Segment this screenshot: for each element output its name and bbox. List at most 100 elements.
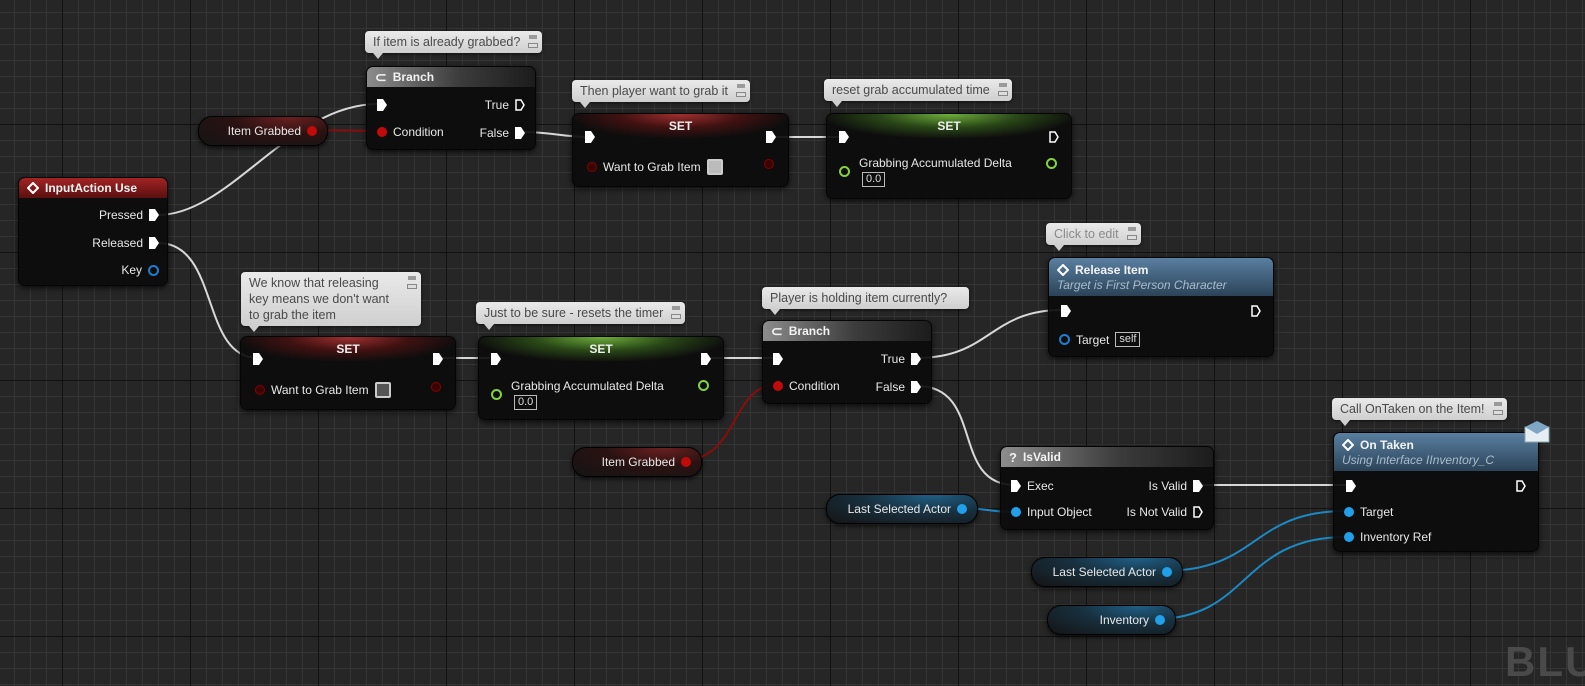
pin-exec-out[interactable] [1049, 131, 1059, 143]
node-set-grabbing-delta[interactable]: SET Grabbing Accumulated Delta 0.0 [826, 113, 1072, 199]
float-value-input[interactable]: 0.0 [862, 172, 886, 187]
variable-last-selected-actor[interactable]: Last Selected Actor [1031, 557, 1183, 587]
pin-comment-icon[interactable] [1492, 401, 1503, 417]
exec-pin-icon[interactable] [1061, 305, 1071, 317]
pin-want-to-grab[interactable]: Want to Grab Item [255, 382, 391, 398]
object-pin-icon[interactable] [1011, 507, 1021, 517]
pin-float-in[interactable] [491, 389, 502, 400]
node-branch[interactable]: ⊂ Branch Condition True False [366, 66, 536, 150]
exec-pin-icon[interactable] [1193, 480, 1203, 492]
exec-pin-icon[interactable] [515, 127, 525, 139]
float-pin-icon[interactable] [491, 389, 502, 400]
pin-exec-out[interactable] [1516, 480, 1526, 492]
float-pin-icon[interactable] [698, 380, 709, 391]
pin-exec-in[interactable] [377, 99, 387, 111]
pin-true[interactable]: True [485, 98, 525, 112]
pin-exec-out[interactable] [1251, 305, 1261, 317]
object-pin-icon[interactable] [1162, 567, 1172, 577]
pin-exec-out[interactable] [433, 353, 443, 365]
bool-pin-icon[interactable] [681, 457, 691, 467]
pin-comment-icon[interactable] [407, 275, 417, 291]
pin-released[interactable]: Released [92, 236, 159, 250]
exec-pin-icon[interactable] [491, 353, 501, 365]
pin-float-in[interactable] [839, 166, 850, 177]
node-on-taken[interactable]: On Taken Using Interface IInventory_C Ta… [1333, 421, 1550, 552]
pin-exec-in[interactable] [585, 131, 595, 143]
pin-is-valid[interactable]: Is Valid [1149, 479, 1203, 493]
comment-bubble[interactable]: reset grab accumulated time [824, 79, 1012, 107]
object-pin-icon[interactable] [1344, 532, 1354, 542]
exec-pin-icon[interactable] [433, 353, 443, 365]
pin-exec-in[interactable] [253, 353, 263, 365]
pin-exec-in[interactable] [491, 353, 501, 365]
bool-pin-icon[interactable] [773, 381, 783, 391]
pin-output[interactable] [1046, 158, 1057, 169]
exec-pin-icon[interactable] [1193, 506, 1203, 518]
object-pin-icon[interactable] [957, 504, 967, 514]
pin-comment-icon[interactable] [671, 305, 682, 321]
variable-item-grabbed[interactable]: Item Grabbed [572, 447, 702, 477]
exec-pin-icon[interactable] [149, 209, 159, 221]
node-set-grabbing-delta[interactable]: SET Grabbing Accumulated Delta 0.0 [478, 336, 724, 420]
comment-bubble[interactable]: Click to edit [1046, 223, 1141, 251]
exec-pin-icon[interactable] [911, 353, 921, 365]
node-set-want-to-grab-false[interactable]: SET Want to Grab Item [240, 336, 456, 410]
pin-exec-out[interactable] [701, 353, 711, 365]
pin-output[interactable] [764, 159, 774, 169]
comment-bubble[interactable]: If item is already grabbed? [365, 31, 543, 59]
pin-inventory-ref[interactable]: Inventory Ref [1344, 530, 1431, 544]
float-pin-icon[interactable] [839, 166, 850, 177]
pin-condition[interactable]: Condition [377, 125, 444, 139]
exec-pin-icon[interactable] [377, 99, 387, 111]
node-isvalid[interactable]: ? IsValid Exec Input Object Is Valid Is N… [1000, 446, 1214, 530]
pin-exec-in[interactable] [1061, 305, 1071, 317]
pin-key[interactable]: Key [121, 263, 159, 277]
bool-pin-icon[interactable] [587, 162, 597, 172]
object-pin-icon[interactable] [1155, 615, 1165, 625]
exec-pin-icon[interactable] [1346, 480, 1356, 492]
pin-exec-out[interactable] [766, 131, 776, 143]
bool-pin-icon[interactable] [764, 159, 774, 169]
variable-item-grabbed[interactable]: Item Grabbed [198, 116, 328, 146]
checkbox-unchecked[interactable] [374, 382, 391, 398]
pin-input-object[interactable]: Input Object [1011, 505, 1092, 519]
exec-pin-icon[interactable] [1516, 480, 1526, 492]
exec-pin-icon[interactable] [773, 353, 783, 365]
comment-bubble[interactable]: Then player want to grab it [572, 80, 750, 108]
comment-bubble[interactable]: We know that releasing key means we don'… [241, 272, 421, 332]
bool-pin-icon[interactable] [377, 127, 387, 137]
node-set-want-to-grab-true[interactable]: SET Want to Grab Item [572, 113, 789, 187]
pin-pressed[interactable]: Pressed [99, 208, 159, 222]
pin-false[interactable]: False [480, 126, 525, 140]
float-pin-icon[interactable] [1046, 158, 1057, 169]
exec-pin-icon[interactable] [1251, 305, 1261, 317]
exec-pin-icon[interactable] [766, 131, 776, 143]
node-inputaction-use[interactable]: InputAction Use Pressed Released Key [18, 177, 168, 286]
comment-bubble[interactable]: Just to be sure - resets the timer [476, 302, 686, 330]
exec-pin-icon[interactable] [149, 237, 159, 249]
pin-comment-icon[interactable] [528, 34, 539, 50]
pin-target[interactable]: Target self [1059, 332, 1141, 347]
exec-pin-icon[interactable] [1011, 480, 1021, 492]
pin-comment-icon[interactable] [997, 82, 1008, 98]
bool-pin-icon[interactable] [431, 382, 441, 392]
pin-target[interactable]: Target [1344, 505, 1393, 519]
pin-comment-icon[interactable] [736, 83, 746, 99]
exec-pin-icon[interactable] [515, 99, 525, 111]
bool-pin-icon[interactable] [255, 385, 265, 395]
object-pin-icon[interactable] [1059, 334, 1070, 345]
pin-false[interactable]: False [876, 380, 921, 394]
pin-is-not-valid[interactable]: Is Not Valid [1127, 505, 1203, 519]
checkbox-checked[interactable] [706, 159, 723, 175]
pin-exec-in[interactable] [773, 353, 783, 365]
pin-exec-in[interactable] [839, 131, 849, 143]
exec-pin-icon[interactable] [839, 131, 849, 143]
variable-last-selected-actor[interactable]: Last Selected Actor [826, 494, 978, 524]
variable-inventory[interactable]: Inventory [1047, 605, 1176, 635]
pin-true[interactable]: True [881, 352, 921, 366]
exec-pin-icon[interactable] [911, 381, 921, 393]
float-value-input[interactable]: 0.0 [514, 395, 538, 410]
pin-condition[interactable]: Condition [773, 379, 840, 393]
object-pin-icon[interactable] [1344, 507, 1354, 517]
pin-output[interactable] [431, 382, 441, 392]
